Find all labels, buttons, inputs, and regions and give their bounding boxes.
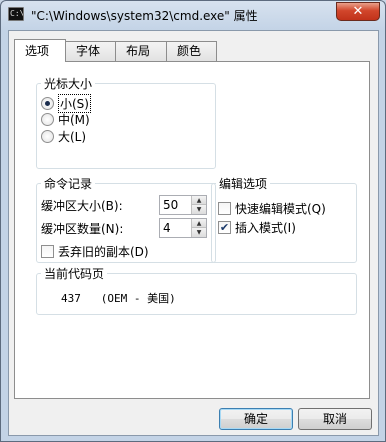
- radio-large-label: 大(L): [58, 130, 87, 144]
- check-icon: ✔: [219, 221, 230, 234]
- insert-mode[interactable]: ✔ 插入模式(I): [218, 219, 296, 236]
- buffer-count-spin-buttons: ▲ ▼: [191, 219, 206, 237]
- code-page-group: 当前代码页 437 (OEM - 美国): [36, 265, 357, 315]
- insert-mode-label: 插入模式(I): [235, 221, 296, 235]
- title-bar[interactable]: C:\ "C:\Windows\system32\cmd.exe" 属性 ✕: [1, 1, 385, 29]
- command-history-legend: 命令记录: [41, 175, 96, 192]
- radio-button[interactable]: [41, 130, 54, 143]
- ok-button[interactable]: 确定: [219, 408, 293, 430]
- edit-options-legend: 编辑选项: [216, 175, 271, 192]
- buffer-count-value[interactable]: 4: [163, 221, 171, 235]
- edit-options-group: 编辑选项 快速编辑模式(Q) ✔ 插入模式(I): [211, 175, 357, 263]
- close-button[interactable]: ✕: [336, 2, 380, 21]
- code-page-legend: 当前代码页: [41, 265, 108, 282]
- close-icon: ✕: [352, 4, 364, 19]
- tab-layout[interactable]: 布局: [115, 41, 167, 61]
- buffer-size-value[interactable]: 50: [163, 198, 178, 212]
- cancel-button[interactable]: 取消: [298, 408, 372, 430]
- radio-button[interactable]: [41, 97, 54, 110]
- quick-edit-mode[interactable]: 快速编辑模式(Q): [218, 200, 326, 217]
- checkbox[interactable]: [218, 202, 231, 215]
- quick-edit-mode-label: 快速编辑模式(Q): [235, 202, 326, 216]
- buffer-size-spinner[interactable]: 50 ▲ ▼: [159, 195, 207, 215]
- cursor-size-group: 光标大小 小(S) 中(M) 大(L): [36, 75, 216, 169]
- checkbox-checked[interactable]: ✔: [218, 221, 231, 234]
- spin-up-icon[interactable]: ▲: [192, 219, 206, 228]
- discard-old-duplicates-label: 丢弃旧的副本(D): [58, 245, 149, 259]
- code-page-value: 437 (OEM - 美国): [61, 292, 176, 305]
- cursor-size-legend: 光标大小: [41, 75, 96, 92]
- buffer-size-spin-buttons: ▲ ▼: [191, 196, 206, 214]
- spin-down-icon[interactable]: ▼: [192, 205, 206, 214]
- radio-medium-label: 中(M): [58, 113, 90, 127]
- tab-options[interactable]: 选项: [14, 39, 66, 62]
- tab-font[interactable]: 字体: [65, 41, 116, 61]
- buffer-count-spinner[interactable]: 4 ▲ ▼: [159, 218, 207, 238]
- cmd-app-icon: C:\: [8, 7, 24, 21]
- tab-colors[interactable]: 颜色: [166, 41, 217, 61]
- buffer-size-label: 缓冲区大小(B):: [41, 199, 123, 213]
- command-history-group: 命令记录 缓冲区大小(B): 50 ▲ ▼ 缓冲区数量(N): 4 ▲ ▼ 丢弃…: [36, 175, 216, 263]
- spin-down-icon[interactable]: ▼: [192, 228, 206, 237]
- discard-old-duplicates[interactable]: 丢弃旧的副本(D): [41, 243, 149, 260]
- spin-up-icon[interactable]: ▲: [192, 196, 206, 205]
- checkbox[interactable]: [41, 245, 54, 258]
- radio-medium[interactable]: 中(M): [41, 111, 90, 128]
- radio-large[interactable]: 大(L): [41, 128, 86, 145]
- buffer-count-row: 缓冲区数量(N):: [41, 220, 123, 237]
- buffer-size-row: 缓冲区大小(B):: [41, 197, 123, 214]
- options-tab-panel: 光标大小 小(S) 中(M) 大(L) 命令记录 缓冲区大小(B): 50 ▲ …: [14, 61, 370, 399]
- buffer-count-label: 缓冲区数量(N):: [41, 222, 124, 236]
- properties-window: C:\ "C:\Windows\system32\cmd.exe" 属性 ✕ 选…: [0, 0, 386, 442]
- radio-button[interactable]: [41, 113, 54, 126]
- dialog-client-area: 选项 字体 布局 颜色 光标大小 小(S) 中(M) 大(L) 命令记录 缓冲区…: [8, 30, 379, 436]
- window-title: "C:\Windows\system32\cmd.exe" 属性: [31, 9, 258, 23]
